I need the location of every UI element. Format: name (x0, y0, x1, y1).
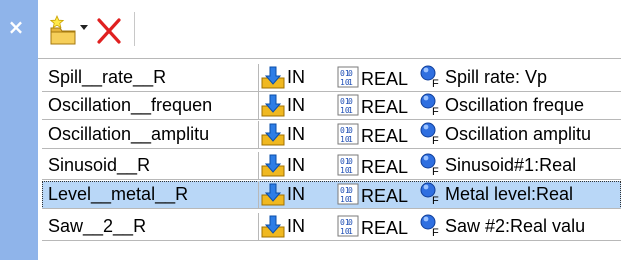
svg-text:1: 1 (348, 227, 353, 236)
direction-cell[interactable]: IN (261, 181, 335, 209)
variable-name-cell[interactable]: Spill__rate__R (48, 67, 253, 88)
input-arrow-icon (261, 123, 285, 147)
type-cell[interactable]: 01 0 10 1 REAL (337, 152, 419, 180)
direction-label: IN (287, 216, 305, 236)
variable-name-cell[interactable]: Saw__2__R (48, 216, 253, 237)
type-cell[interactable]: 01 0 10 1 REAL (337, 213, 419, 241)
data-type-icon: 01 0 10 1 (337, 183, 359, 205)
svg-text:F: F (432, 227, 439, 237)
direction-cell[interactable]: IN (261, 92, 335, 120)
type-cell[interactable]: 01 0 10 1 REAL (337, 92, 419, 120)
table-row[interactable]: Spill__rate__R IN 01 0 10 1 REAL F Spill rate: V… (42, 64, 621, 92)
data-type-icon: 01 0 10 1 (337, 123, 359, 145)
input-arrow-icon (261, 215, 285, 239)
column-divider (258, 213, 259, 241)
delete-x-icon[interactable] (94, 14, 124, 46)
description-label: Oscillation freque (445, 95, 585, 115)
data-type-label: REAL (361, 186, 409, 206)
type-cell[interactable]: 01 0 10 1 REAL (337, 121, 419, 149)
comment-bullet-icon: F (419, 181, 441, 207)
data-type-icon: 01 0 10 1 (337, 94, 359, 116)
description-cell[interactable]: F Sinusoid#1:Real (419, 152, 621, 180)
direction-cell[interactable]: IN (261, 213, 335, 241)
column-divider (258, 92, 259, 120)
direction-cell[interactable]: IN (261, 152, 335, 180)
data-type-label: REAL (361, 69, 409, 89)
comment-bullet-icon: F (419, 213, 441, 239)
input-arrow-icon (261, 183, 285, 207)
variable-name-cell[interactable]: Sinusoid__R (48, 155, 253, 176)
svg-text:F: F (432, 135, 439, 145)
direction-label: IN (287, 124, 305, 144)
direction-label: IN (287, 155, 305, 175)
svg-text:0: 0 (348, 126, 353, 135)
svg-text:1: 1 (348, 106, 353, 115)
svg-text:0: 0 (348, 69, 353, 78)
direction-label: IN (287, 95, 305, 115)
direction-label: IN (287, 67, 305, 87)
close-panel-button[interactable]: × (4, 14, 28, 40)
data-type-icon: 01 0 10 1 (337, 154, 359, 176)
svg-text:0: 0 (348, 218, 353, 227)
toolbar (38, 0, 621, 56)
column-divider (258, 181, 259, 209)
svg-text:F: F (432, 166, 439, 176)
description-cell[interactable]: F Oscillation freque (419, 92, 621, 120)
svg-text:0: 0 (348, 97, 353, 106)
data-type-label: REAL (361, 157, 409, 177)
description-label: Sinusoid#1:Real (445, 155, 577, 175)
direction-label: IN (287, 184, 305, 204)
svg-text:0: 0 (348, 186, 353, 195)
table-row[interactable]: Oscillation__frequen IN 01 0 10 1 REAL F Oscilla… (42, 92, 621, 120)
data-type-label: REAL (361, 218, 409, 238)
type-cell[interactable]: 01 0 10 1 REAL (337, 181, 419, 209)
description-cell[interactable]: F Saw #2:Real valu (419, 213, 621, 241)
description-cell[interactable]: F Metal level:Real (419, 181, 621, 209)
direction-cell[interactable]: IN (261, 64, 335, 92)
description-label: Metal level:Real (445, 184, 574, 204)
input-arrow-icon (261, 94, 285, 118)
input-arrow-icon (261, 154, 285, 178)
table-row[interactable]: Sinusoid__R IN 01 0 10 1 REAL F Sinusoid#1:Real (42, 152, 621, 180)
variable-name-cell[interactable]: Oscillation__frequen (48, 95, 253, 116)
data-type-icon: 01 0 10 1 (337, 66, 359, 88)
comment-bullet-icon: F (419, 64, 441, 90)
description-cell[interactable]: F Oscillation amplitu (419, 121, 621, 149)
column-divider (258, 152, 259, 180)
table-row[interactable]: Level__metal__R IN 01 0 10 1 REAL F Metal level:… (42, 181, 621, 209)
input-arrow-icon (261, 66, 285, 90)
svg-text:1: 1 (348, 195, 353, 204)
type-cell[interactable]: 01 0 10 1 REAL (337, 64, 419, 92)
panel-sidebar: × (0, 0, 38, 260)
description-label: Spill rate: Vp (445, 67, 548, 87)
svg-text:1: 1 (348, 166, 353, 175)
svg-text:F: F (432, 106, 439, 116)
svg-text:1: 1 (348, 78, 353, 87)
table-row[interactable]: Oscillation__amplitu IN 01 0 10 1 REAL F Oscilla… (42, 121, 621, 149)
description-cell[interactable]: F Spill rate: Vp (419, 64, 621, 92)
variables-table: Spill__rate__R IN 01 0 10 1 REAL F Spill rate: V… (38, 58, 621, 261)
data-type-label: REAL (361, 97, 409, 117)
column-divider (258, 121, 259, 149)
data-type-label: REAL (361, 126, 409, 146)
new-folder-star-icon[interactable] (48, 14, 78, 46)
column-divider (258, 64, 259, 92)
comment-bullet-icon: F (419, 152, 441, 178)
svg-text:1: 1 (348, 135, 353, 144)
description-label: Oscillation amplitu (445, 124, 592, 144)
comment-bullet-icon: F (419, 92, 441, 118)
description-label: Saw #2:Real valu (445, 216, 586, 236)
direction-cell[interactable]: IN (261, 121, 335, 149)
variable-name-cell[interactable]: Oscillation__amplitu (48, 124, 253, 145)
table-row[interactable]: Saw__2__R IN 01 0 10 1 REAL F Saw #2:Real valu (42, 213, 621, 241)
svg-text:F: F (432, 195, 439, 205)
data-type-icon: 01 0 10 1 (337, 215, 359, 237)
new-dropdown-arrow-icon[interactable] (80, 25, 88, 30)
svg-text:0: 0 (348, 157, 353, 166)
comment-bullet-icon: F (419, 121, 441, 147)
svg-text:F: F (432, 78, 439, 88)
variable-name-cell[interactable]: Level__metal__R (48, 184, 253, 205)
toolbar-separator (134, 12, 135, 46)
